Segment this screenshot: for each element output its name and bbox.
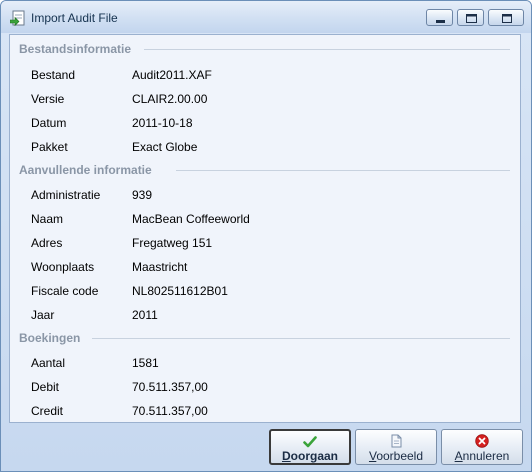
value-woonplaats: Maastricht [132,260,188,274]
value-bestand: Audit2011.XAF [132,68,212,82]
label-versie: Versie [31,92,65,106]
title-bar[interactable]: Import Audit File [1,1,531,33]
value-aantal: 1581 [132,356,159,370]
value-jaar: 2011 [132,308,158,322]
annuleren-button[interactable]: Annuleren [441,429,523,465]
import-audit-dialog: Import Audit File Bestandsinformatie Bes… [0,0,532,472]
value-fiscale-code: NL802511612B01 [132,284,228,298]
close-icon [502,14,512,23]
doorgaan-button[interactable]: Doorgaan [269,429,351,465]
label-adres: Adres [31,236,63,250]
import-file-icon [10,10,25,26]
label-fiscale-code: Fiscale code [31,284,99,298]
maximize-icon [466,14,477,23]
value-administratie: 939 [132,188,153,202]
minimize-icon [436,20,445,23]
section-divider [144,49,510,50]
value-datum: 2011-10-18 [132,116,193,130]
value-credit: 70.511.357,00 [132,404,208,418]
document-icon [391,434,402,448]
doorgaan-label: Doorgaan [281,449,338,463]
value-debit: 70.511.357,00 [132,380,208,394]
maximize-button[interactable] [457,9,484,26]
voorbeeld-button[interactable]: Voorbeeld [355,429,437,465]
minimize-button[interactable] [426,9,453,26]
label-bestand: Bestand [31,68,76,82]
dialog-content: Bestandsinformatie Bestand Audit2011.XAF… [9,34,521,423]
section-divider [176,170,510,171]
cancel-icon [475,434,489,448]
label-woonplaats: Woonplaats [31,260,95,274]
label-administratie: Administratie [31,188,101,202]
annuleren-label: Annuleren [454,449,510,463]
section-divider [92,338,510,339]
window-title: Import Audit File [31,11,118,25]
label-credit: Credit [31,404,64,418]
label-naam: Naam [31,212,64,226]
section-title-extra-info: Aanvullende informatie [19,163,156,177]
check-icon [303,436,317,448]
value-versie: CLAIR2.00.00 [132,92,208,106]
close-button[interactable] [488,9,524,26]
value-naam: MacBean Coffeeworld [132,212,250,226]
label-pakket: Pakket [31,140,68,154]
label-jaar: Jaar [31,308,55,322]
label-datum: Datum [31,116,67,130]
section-title-bookings: Boekingen [19,331,85,345]
value-adres: Fregatweg 151 [132,236,213,250]
voorbeeld-label: Voorbeeld [368,449,424,463]
label-debit: Debit [31,380,60,394]
section-title-file-info: Bestandsinformatie [19,42,136,56]
value-pakket: Exact Globe [132,140,198,154]
label-aantal: Aantal [31,356,66,370]
